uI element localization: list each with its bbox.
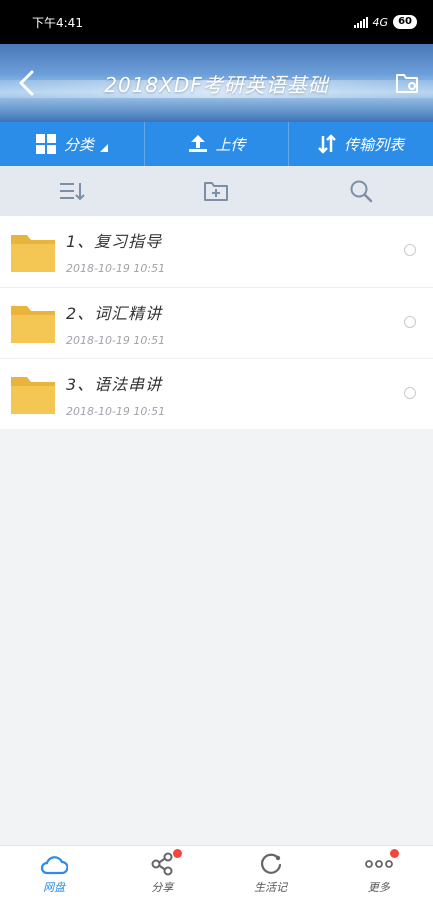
folder-settings-icon bbox=[396, 74, 418, 93]
signal-icon bbox=[353, 16, 368, 28]
action-bar: 分类 上传 传输列表 bbox=[0, 122, 433, 166]
file-info: 3、语法串讲 2018-10-19 10:51 bbox=[66, 371, 433, 418]
category-label: 分类 bbox=[63, 135, 94, 154]
notification-badge bbox=[389, 849, 399, 858]
select-radio[interactable] bbox=[404, 316, 416, 328]
file-name: 2、词汇精讲 bbox=[66, 303, 163, 323]
back-button[interactable] bbox=[10, 66, 44, 100]
network-type: 4G bbox=[372, 15, 389, 29]
nav-label: 分享 bbox=[151, 881, 174, 894]
nav-item-more[interactable]: 更多 bbox=[325, 846, 433, 900]
app-screen: 下午4:41 4G 60 2018XDF考研英语基础 分类 上传 传输列表 1、… bbox=[0, 0, 433, 900]
tool-bar bbox=[0, 166, 433, 216]
new-folder-icon bbox=[204, 182, 229, 201]
folder-icon bbox=[11, 377, 55, 414]
file-list: 1、复习指导 2018-10-19 10:51 2、词汇精讲 2018-10-1… bbox=[0, 216, 433, 429]
search-icon bbox=[350, 180, 373, 203]
select-radio[interactable] bbox=[404, 244, 416, 256]
nav-label: 网盘 bbox=[43, 881, 66, 894]
status-time: 下午4:41 bbox=[32, 15, 83, 30]
file-date: 2018-10-19 10:51 bbox=[66, 404, 166, 418]
file-date: 2018-10-19 10:51 bbox=[66, 262, 166, 275]
share-icon bbox=[148, 849, 183, 877]
bottom-nav: 网盘 分享 生活记 更多 bbox=[0, 845, 433, 900]
upload-icon bbox=[188, 135, 207, 152]
folder-settings-button[interactable] bbox=[391, 66, 425, 100]
title-bar: 2018XDF考研英语基础 bbox=[0, 44, 433, 122]
file-row[interactable]: 3、语法串讲 2018-10-19 10:51 bbox=[0, 358, 433, 429]
dropdown-triangle-icon bbox=[99, 144, 108, 152]
nav-label: 更多 bbox=[367, 881, 390, 894]
select-radio[interactable] bbox=[404, 387, 416, 399]
sort-button[interactable] bbox=[52, 171, 92, 211]
search-button[interactable] bbox=[341, 171, 381, 211]
file-date: 2018-10-19 10:51 bbox=[66, 333, 166, 347]
status-indicators: 4G 60 bbox=[353, 15, 417, 29]
grid-icon bbox=[35, 134, 56, 154]
upload-button[interactable]: 上传 bbox=[143, 122, 289, 166]
file-info: 1、复习指导 2018-10-19 10:51 bbox=[66, 228, 433, 275]
cloud-icon bbox=[40, 851, 69, 877]
file-name: 1、复习指导 bbox=[66, 232, 163, 251]
nav-item-life[interactable]: 生活记 bbox=[217, 846, 325, 900]
upload-label: 上传 bbox=[215, 135, 246, 154]
refresh-icon bbox=[257, 851, 285, 877]
transfer-icon bbox=[318, 134, 337, 154]
folder-icon bbox=[11, 234, 55, 272]
nav-label: 生活记 bbox=[254, 881, 288, 894]
sort-icon bbox=[60, 183, 85, 201]
page-title: 2018XDF考研英语基础 bbox=[104, 72, 329, 97]
more-icon bbox=[364, 849, 399, 877]
category-button[interactable]: 分类 bbox=[0, 122, 144, 166]
file-name: 3、语法串讲 bbox=[66, 374, 163, 394]
notification-badge bbox=[173, 849, 183, 858]
battery-level: 60 bbox=[393, 15, 417, 29]
chevron-left-icon bbox=[19, 70, 34, 96]
nav-item-netdisk[interactable]: 网盘 bbox=[0, 846, 108, 900]
status-bar: 下午4:41 4G 60 bbox=[0, 0, 433, 44]
new-folder-button[interactable] bbox=[196, 171, 236, 211]
file-info: 2、词汇精讲 2018-10-19 10:51 bbox=[66, 300, 433, 347]
folder-icon bbox=[11, 306, 55, 343]
file-row[interactable]: 2、词汇精讲 2018-10-19 10:51 bbox=[0, 287, 433, 358]
transfer-list-button[interactable]: 传输列表 bbox=[288, 122, 433, 166]
transfer-list-label: 传输列表 bbox=[344, 135, 405, 154]
file-row[interactable]: 1、复习指导 2018-10-19 10:51 bbox=[0, 216, 433, 287]
nav-item-share[interactable]: 分享 bbox=[108, 846, 216, 900]
